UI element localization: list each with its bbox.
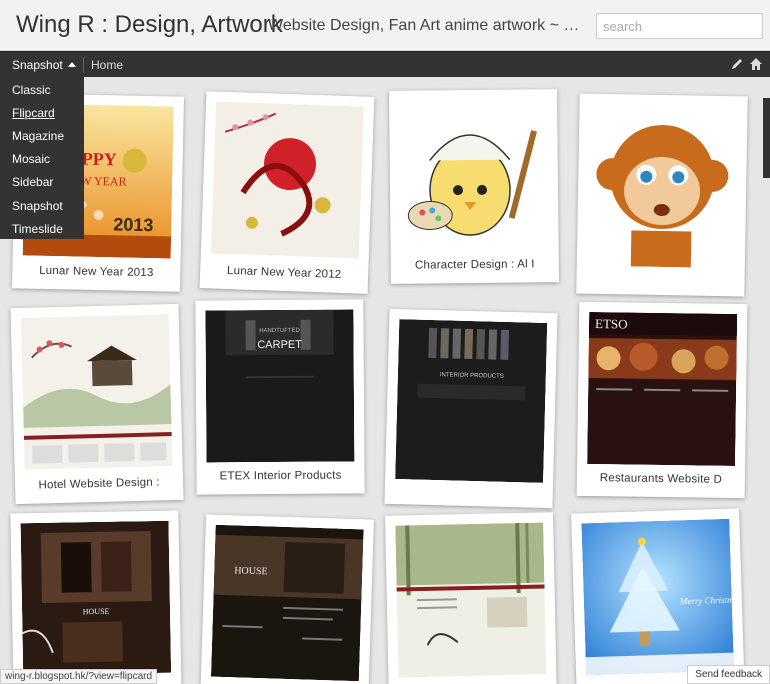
post-thumbnail: Merry Christmas	[581, 518, 735, 676]
menu-item-classic[interactable]: Classic	[12, 83, 51, 97]
view-selector-button[interactable]: Snapshot	[12, 58, 76, 72]
post-thumbnail: HOUSE	[20, 520, 172, 676]
caret-up-icon	[67, 62, 76, 67]
menu-item-sidebar[interactable]: Sidebar	[12, 175, 53, 189]
view-dropdown-menu: Classic Flipcard Magazine Mosaic Sidebar…	[0, 77, 84, 239]
post-card[interactable]: HOUSE	[10, 510, 182, 684]
thumb-text: HOUSE	[83, 607, 110, 616]
post-card[interactable]: Lunar New Year 2012	[199, 91, 375, 294]
post-thumbnail: INTERIOR PRODUCTS	[395, 319, 548, 483]
post-caption: Hotel Website Design :	[38, 476, 160, 492]
nav-divider	[83, 57, 84, 73]
svg-text:2013: 2013	[113, 214, 153, 235]
post-card[interactable]: HANDTUFTED CARPET ETEX Interior Products	[195, 299, 365, 495]
home-icon[interactable]	[749, 57, 763, 71]
blog-header: Wing R : Design, Artwork Website Design,…	[0, 0, 770, 51]
thumb-text: ETSO	[595, 316, 628, 331]
post-card[interactable]	[385, 512, 557, 684]
post-card[interactable]: HOUSE	[200, 514, 374, 684]
post-card[interactable]: INTERIOR PRODUCTS	[384, 308, 558, 509]
post-thumbnail: HANDTUFTED CARPET	[205, 309, 355, 463]
pencil-icon[interactable]	[730, 57, 744, 71]
send-feedback-button[interactable]: Send feedback	[687, 665, 770, 684]
menu-item-mosaic[interactable]: Mosaic	[12, 152, 50, 166]
post-thumbnail: ETSO	[587, 311, 738, 467]
post-thumbnail	[210, 101, 365, 259]
status-bar-url: wing-r.blogspot.hk/?view=flipcard	[0, 669, 158, 684]
post-card[interactable]: Hotel Website Design :	[10, 303, 184, 505]
svg-text:HANDTUFTED: HANDTUFTED	[259, 328, 300, 334]
post-thumbnail	[399, 99, 549, 253]
menu-item-magazine[interactable]: Magazine	[12, 129, 64, 143]
menu-item-snapshot[interactable]: Snapshot	[12, 199, 63, 213]
post-card[interactable]: Character Design : Al I	[388, 89, 560, 284]
post-caption: ETEX Interior Products	[219, 469, 342, 483]
post-thumbnail	[586, 103, 738, 269]
thumb-text: HOUSE	[234, 565, 268, 577]
blog-description: Website Design, Fan Art anime artwork ~ …	[268, 17, 586, 34]
post-card[interactable]: ETSO Restaurants Website D	[576, 301, 748, 499]
post-caption: Lunar New Year 2013	[39, 264, 154, 280]
post-thumbnail	[395, 522, 547, 678]
scrollbar-thumb[interactable]	[763, 98, 770, 178]
nav-bar: Snapshot Home	[0, 51, 770, 77]
nav-home-link[interactable]: Home	[91, 58, 123, 72]
thumb-text: Merry Christmas	[679, 594, 734, 606]
search-input[interactable]	[596, 13, 763, 39]
menu-item-timeslide[interactable]: Timeslide	[12, 222, 63, 236]
post-card[interactable]	[576, 93, 748, 297]
view-selector-label: Snapshot	[12, 58, 63, 72]
post-card[interactable]: Merry Christmas	[571, 508, 745, 684]
post-thumbnail	[20, 314, 173, 470]
menu-item-flipcard[interactable]: Flipcard	[12, 106, 55, 120]
post-thumbnail: HOUSE	[210, 524, 364, 682]
blog-title[interactable]: Wing R : Design, Artwork	[16, 11, 283, 39]
post-caption: Lunar New Year 2012	[226, 264, 342, 281]
post-caption: Restaurants Website D	[599, 472, 723, 486]
post-caption: Character Design : Al I	[414, 258, 535, 272]
thumb-text: CARPET	[257, 339, 302, 351]
